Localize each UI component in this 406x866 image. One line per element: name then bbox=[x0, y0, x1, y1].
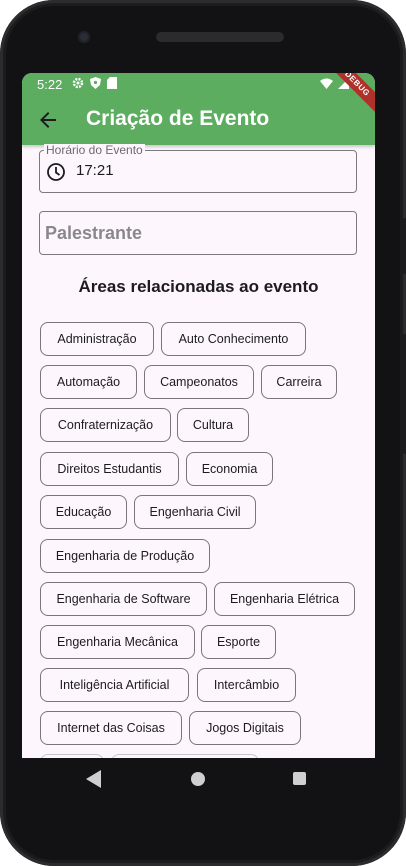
wifi-icon bbox=[320, 78, 333, 89]
chip-engenharia-eletrica[interactable]: Engenharia Elétrica bbox=[214, 582, 355, 616]
chip-educacao[interactable]: Educação bbox=[40, 495, 127, 529]
chip-auto-conhecimento[interactable]: Auto Conhecimento bbox=[161, 322, 306, 356]
chip-internet-das-coisas[interactable]: Internet das Coisas bbox=[40, 711, 182, 745]
chip-intercambio[interactable]: Intercâmbio bbox=[197, 668, 296, 702]
nav-back-icon[interactable] bbox=[86, 770, 102, 788]
shield-icon bbox=[90, 77, 101, 89]
speaker-placeholder: Palestrante bbox=[45, 223, 143, 243]
chip-direitos-estudantis[interactable]: Direitos Estudantis bbox=[40, 452, 179, 486]
gear-icon bbox=[72, 77, 84, 89]
earpiece-speaker bbox=[156, 32, 284, 42]
phone-frame: 5:22 Criação de Evento DEBUG Horário do … bbox=[0, 0, 406, 866]
chip-administracao[interactable]: Administração bbox=[40, 322, 154, 356]
chip-esporte[interactable]: Esporte bbox=[201, 625, 276, 659]
event-time-label: Horário do Evento bbox=[44, 143, 145, 157]
speaker-field[interactable]: Palestrante bbox=[39, 211, 357, 255]
chip-campeonatos[interactable]: Campeonatos bbox=[144, 365, 254, 399]
app-screen: 5:22 Criação de Evento DEBUG Horário do … bbox=[22, 73, 375, 758]
android-nav-bar bbox=[22, 758, 375, 800]
chip-engenharia-civil[interactable]: Engenharia Civil bbox=[134, 495, 256, 529]
event-time-field[interactable]: Horário do Evento 17:21 bbox=[39, 144, 357, 193]
clock-icon bbox=[47, 163, 65, 181]
chip-jogos-digitais[interactable]: Jogos Digitais bbox=[189, 711, 301, 745]
page-title: Criação de Evento bbox=[86, 107, 270, 130]
sd-card-icon bbox=[107, 77, 117, 89]
chip-carreira[interactable]: Carreira bbox=[261, 365, 337, 399]
nav-recents-icon[interactable] bbox=[293, 772, 306, 785]
front-camera bbox=[78, 31, 90, 43]
app-bar: Criação de Evento bbox=[22, 95, 375, 145]
areas-section-title: Áreas relacionadas ao evento bbox=[78, 277, 319, 296]
chip-engenharia-de-software[interactable]: Engenharia de Software bbox=[40, 582, 207, 616]
event-time-value: 17:21 bbox=[76, 162, 114, 179]
chip-economia[interactable]: Economia bbox=[186, 452, 273, 486]
status-bar: 5:22 bbox=[22, 73, 375, 95]
chip-automacao[interactable]: Automação bbox=[40, 365, 137, 399]
nav-home-icon[interactable] bbox=[191, 772, 205, 786]
chip-confraternizacao[interactable]: Confraternização bbox=[40, 408, 171, 442]
chip-inteligencia-artificial[interactable]: Inteligência Artificial bbox=[40, 668, 189, 702]
chip-engenharia-de-producao[interactable]: Engenharia de Produção bbox=[40, 539, 210, 573]
chip-cultura[interactable]: Cultura bbox=[177, 408, 249, 442]
status-time: 5:22 bbox=[37, 77, 63, 92]
arrow-left-icon[interactable] bbox=[36, 108, 60, 132]
status-notification-icons bbox=[72, 77, 117, 89]
chip-engenharia-mecanica[interactable]: Engenharia Mecânica bbox=[40, 625, 195, 659]
